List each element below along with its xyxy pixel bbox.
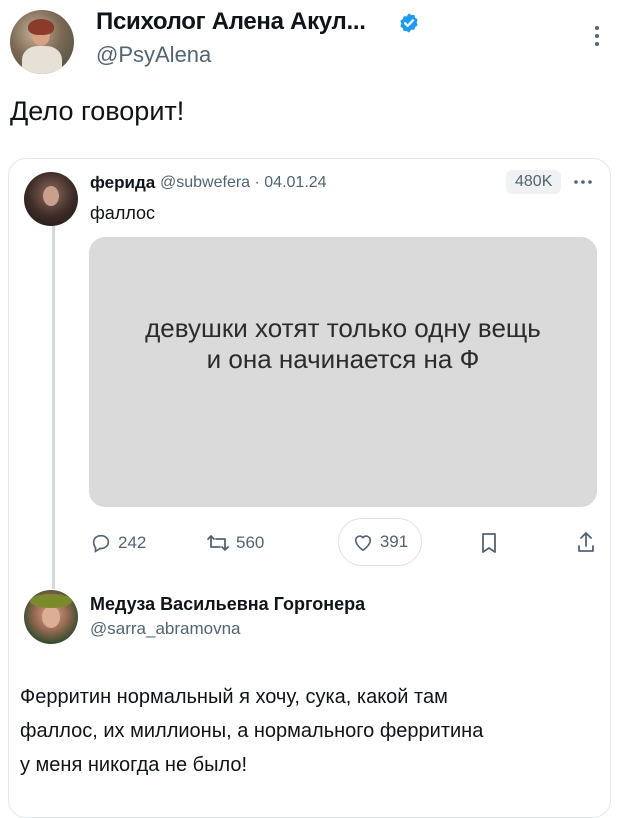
reply-icon [92,534,110,553]
author-avatar[interactable] [10,10,74,74]
like-count: 391 [379,532,409,551]
tweet-text: Дело говорит! [10,96,185,126]
image-text-line: девушки хотят только одну вещь [145,313,541,343]
reply-button[interactable]: 242 [90,532,146,554]
image-text-line: и она начинается на Ф [206,344,480,374]
bookmark-icon [482,533,496,553]
reply-text-line: у меня никогда не было! [20,754,248,776]
more-icon[interactable] [571,174,595,190]
retweet-icon [207,535,229,551]
like-icon [354,535,371,552]
reply-author-avatar[interactable] [24,590,78,644]
quoted-author-handle[interactable]: @subwefera · 04.01.24 [160,174,327,192]
bookmark-button[interactable] [480,532,498,554]
views-badge: 480K [506,170,562,194]
author-handle[interactable]: @PsyAlena [96,42,211,68]
share-button[interactable] [576,530,596,554]
share-icon [578,532,594,552]
more-icon[interactable] [592,24,602,48]
quoted-author-name[interactable]: ферида [90,173,155,193]
reply-text-line: Ферритин нормальный я хочу, сука, какой … [20,686,448,708]
retweet-button[interactable]: 560 [206,532,264,554]
like-button[interactable]: 391 [338,518,422,566]
author-name[interactable]: Психолог Алена Акул... [96,8,366,36]
quoted-author-avatar[interactable] [24,172,78,226]
reply-author-handle[interactable]: @sarra_abramovna [90,619,241,639]
reply-text: Ферритин нормальный я хочу, сука, какой … [20,680,580,782]
retweet-count: 560 [236,533,265,552]
reply-author-name[interactable]: Медуза Васильевна Горгонера [90,594,365,615]
quoted-tweet-text: фаллос [90,203,156,223]
reply-text-line: фаллос, их миллионы, а нормального ферри… [20,720,484,742]
reply-count: 242 [118,533,147,552]
verified-badge-icon [400,13,418,33]
thread-line [52,224,55,589]
